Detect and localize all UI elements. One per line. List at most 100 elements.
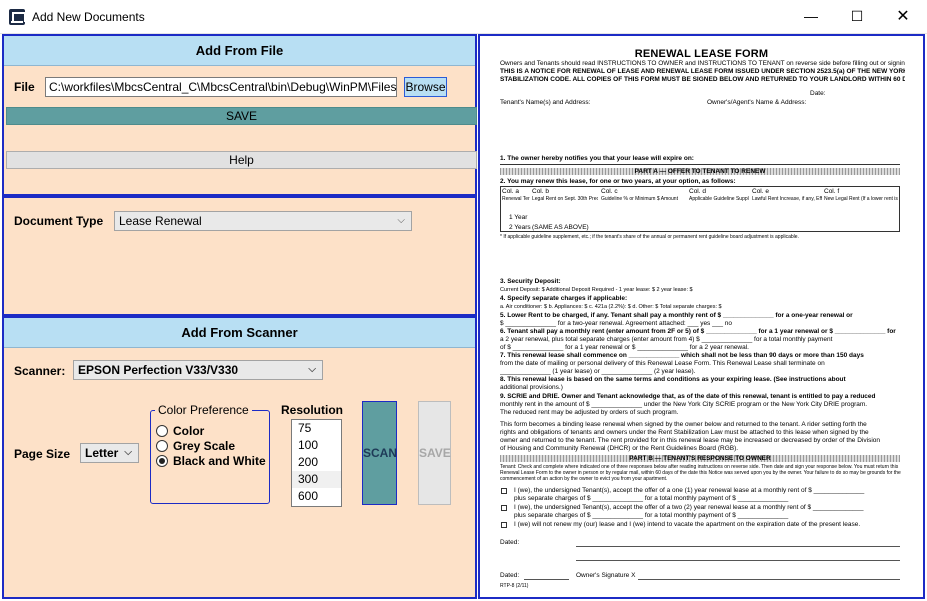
form-item-8b: additional provisions.) <box>500 384 563 391</box>
signature-line <box>638 579 900 580</box>
form-item-6b: a 2 year renewal, plus total separate ch… <box>500 336 833 343</box>
window-title: Add New Documents <box>32 10 145 24</box>
resolution-listbox[interactable]: 75 100 200 300 600 <box>291 419 342 507</box>
table-footnote: * If applicable guideline supplement, et… <box>500 234 799 240</box>
owner-label: Owner's/Agent's Name & Address: <box>707 99 807 106</box>
resolution-label: Resolution <box>281 403 343 417</box>
col-desc: Legal Rent on Sept. 30th Preceding Comme… <box>532 196 598 202</box>
form-binding-text: owner and returned to the tenant. The re… <box>500 437 880 444</box>
checkbox-icon <box>501 505 507 511</box>
title-bar: Add New Documents — ☐ ✕ <box>0 0 927 34</box>
resolution-option-selected[interactable]: 300 <box>292 471 341 488</box>
radio-black-and-white[interactable]: Black and White <box>156 454 266 468</box>
resolution-option[interactable]: 200 <box>292 454 341 471</box>
col-head: Col. d <box>689 188 706 195</box>
row-note: (SAME AS ABOVE) <box>532 224 589 231</box>
maximize-button[interactable]: ☐ <box>834 0 880 33</box>
renewal-lease-form-page: RENEWAL LEASE FORM Owners and Tenants sh… <box>480 36 923 597</box>
form-item-8: 8. This renewal lease is based on the sa… <box>500 376 846 383</box>
part-b-heading: PART B — TENANT'S RESPONSE TO OWNER <box>629 455 771 462</box>
resolution-option[interactable]: 100 <box>292 437 341 454</box>
dated-label: Dated: <box>500 539 520 546</box>
document-preview[interactable]: RENEWAL LEASE FORM Owners and Tenants sh… <box>478 34 925 599</box>
form-binding-text: This form becomes a binding lease renewa… <box>500 421 867 428</box>
chevron-down-icon: ⌵ <box>124 447 132 458</box>
form-item-5b: $ ______________ for a two-year renewal.… <box>500 320 732 327</box>
save-scan-button[interactable]: SAVE <box>418 401 451 505</box>
checkbox-icon <box>501 488 507 494</box>
document-type-value: Lease Renewal <box>119 214 202 228</box>
radio-grey-scale[interactable]: Grey Scale <box>156 439 235 453</box>
color-preference-legend: Color Preference <box>155 403 252 417</box>
add-from-scanner-panel: Add From Scanner Scanner: EPSON Perfecti… <box>2 316 477 599</box>
help-button[interactable]: Help <box>6 151 477 169</box>
form-title: RENEWAL LEASE FORM <box>634 48 769 60</box>
page-size-label: Page Size <box>14 447 71 461</box>
form-item-3b: Current Deposit: $ Additional Deposit Re… <box>500 287 693 293</box>
form-item-3: 3. Security Deposit: <box>500 278 561 285</box>
form-intro: THIS IS A NOTICE FOR RENEWAL OF LEASE AN… <box>500 68 905 75</box>
close-button[interactable]: ✕ <box>880 0 926 33</box>
part-b-band: PART B — TENANT'S RESPONSE TO OWNER <box>500 455 900 462</box>
document-type-dropdown[interactable]: Lease Renewal ⌵ <box>114 211 412 231</box>
tenant-label: Tenant's Name(s) and Address: <box>500 99 591 106</box>
chevron-down-icon: ⌵ <box>308 364 316 375</box>
form-item-9: 9. SCRIE and DRIE. Owner and Tenant ackn… <box>500 393 876 400</box>
form-item-9c: The reduced rent may be adjusted by orde… <box>500 409 679 416</box>
resolution-option[interactable]: 75 <box>292 420 341 437</box>
form-binding-text: rights and obligations of tenants and ow… <box>500 429 869 436</box>
radio-icon <box>156 440 168 452</box>
date-line <box>524 579 569 580</box>
divider <box>500 164 900 165</box>
minimize-button[interactable]: — <box>788 0 834 33</box>
tenant-option-2b: plus separate charges of $ _____________… <box>514 512 789 519</box>
part-b-instructions: Tenant: Check and complete where indicat… <box>500 464 901 482</box>
scanner-dropdown[interactable]: EPSON Perfection V33/V330 ⌵ <box>73 360 323 380</box>
radio-color[interactable]: Color <box>156 424 204 438</box>
row-label: 1 Year <box>509 214 528 221</box>
col-desc: Applicable Guideline Supplement, if any <box>689 196 749 202</box>
add-from-file-panel: Add From File File C:\workfiles\MbcsCent… <box>2 34 477 196</box>
form-item-6: 6. Tenant shall pay a monthly rent (ente… <box>500 328 896 335</box>
page-size-dropdown[interactable]: Letter ⌵ <box>80 443 139 463</box>
scan-button[interactable]: SCAN <box>362 401 397 505</box>
form-item-9b: monthly rent in the amount of $ ________… <box>500 401 868 408</box>
form-item-7b: from the date of mailing or personal del… <box>500 360 825 367</box>
col-head: Col. f <box>824 188 840 195</box>
form-binding-text: of Housing and Community Renewal (DHCR) … <box>500 445 739 452</box>
tenant-option-2: I (we), the undersigned Tenant(s), accep… <box>514 504 864 511</box>
date-label: Date: <box>810 90 826 97</box>
file-label: File <box>14 80 35 94</box>
radio-checked-icon <box>156 455 168 467</box>
file-path-input[interactable]: C:\workfiles\MbcsCentral_C\MbcsCentral\b… <box>45 77 397 97</box>
part-a-band: PART A — OFFER TO TENANT TO RENEW <box>500 168 900 175</box>
part-a-heading: PART A — OFFER TO TENANT TO RENEW <box>634 168 766 175</box>
browse-button[interactable]: Browse <box>404 77 447 97</box>
scanner-value: EPSON Perfection V33/V330 <box>78 363 239 377</box>
app-icon <box>9 9 26 25</box>
col-head: Col. a <box>502 188 519 195</box>
col-head: Col. e <box>752 188 769 195</box>
form-item-2: 2. You may renew this lease, for one or … <box>500 178 736 185</box>
form-intro: STABILIZATION CODE. ALL COPIES OF THIS F… <box>500 76 905 83</box>
radio-color-label: Color <box>173 424 205 438</box>
form-item-7c: ______________ (1 year lease) or _______… <box>500 368 696 375</box>
col-head: Col. c <box>601 188 618 195</box>
col-desc: New Legal Rent (If a lower rent is to be… <box>824 196 899 202</box>
save-file-button[interactable]: SAVE <box>6 107 477 125</box>
tenant-option-1: I (we), the undersigned Tenant(s), accep… <box>514 487 865 494</box>
signature-line <box>576 546 900 547</box>
radio-grey-scale-label: Grey Scale <box>173 439 236 453</box>
checkbox-icon <box>501 522 507 528</box>
form-intro: Owners and Tenants should read INSTRUCTI… <box>500 60 905 67</box>
resolution-option[interactable]: 600 <box>292 488 341 505</box>
form-item-1: 1. The owner hereby notifies you that yo… <box>500 155 694 162</box>
chevron-down-icon: ⌵ <box>397 215 405 226</box>
signature-line <box>576 560 900 561</box>
col-desc: Guideline % or Minimum $ Amount <box>601 196 678 202</box>
color-preference-group: Color Preference Color Grey Scale Black … <box>150 403 270 504</box>
col-desc: Renewal Term <box>502 196 530 202</box>
radio-icon <box>156 425 168 437</box>
radio-black-and-white-label: Black and White <box>173 454 266 468</box>
form-item-4b: a. Air conditioner: $ b. Appliances: $ c… <box>500 304 722 310</box>
